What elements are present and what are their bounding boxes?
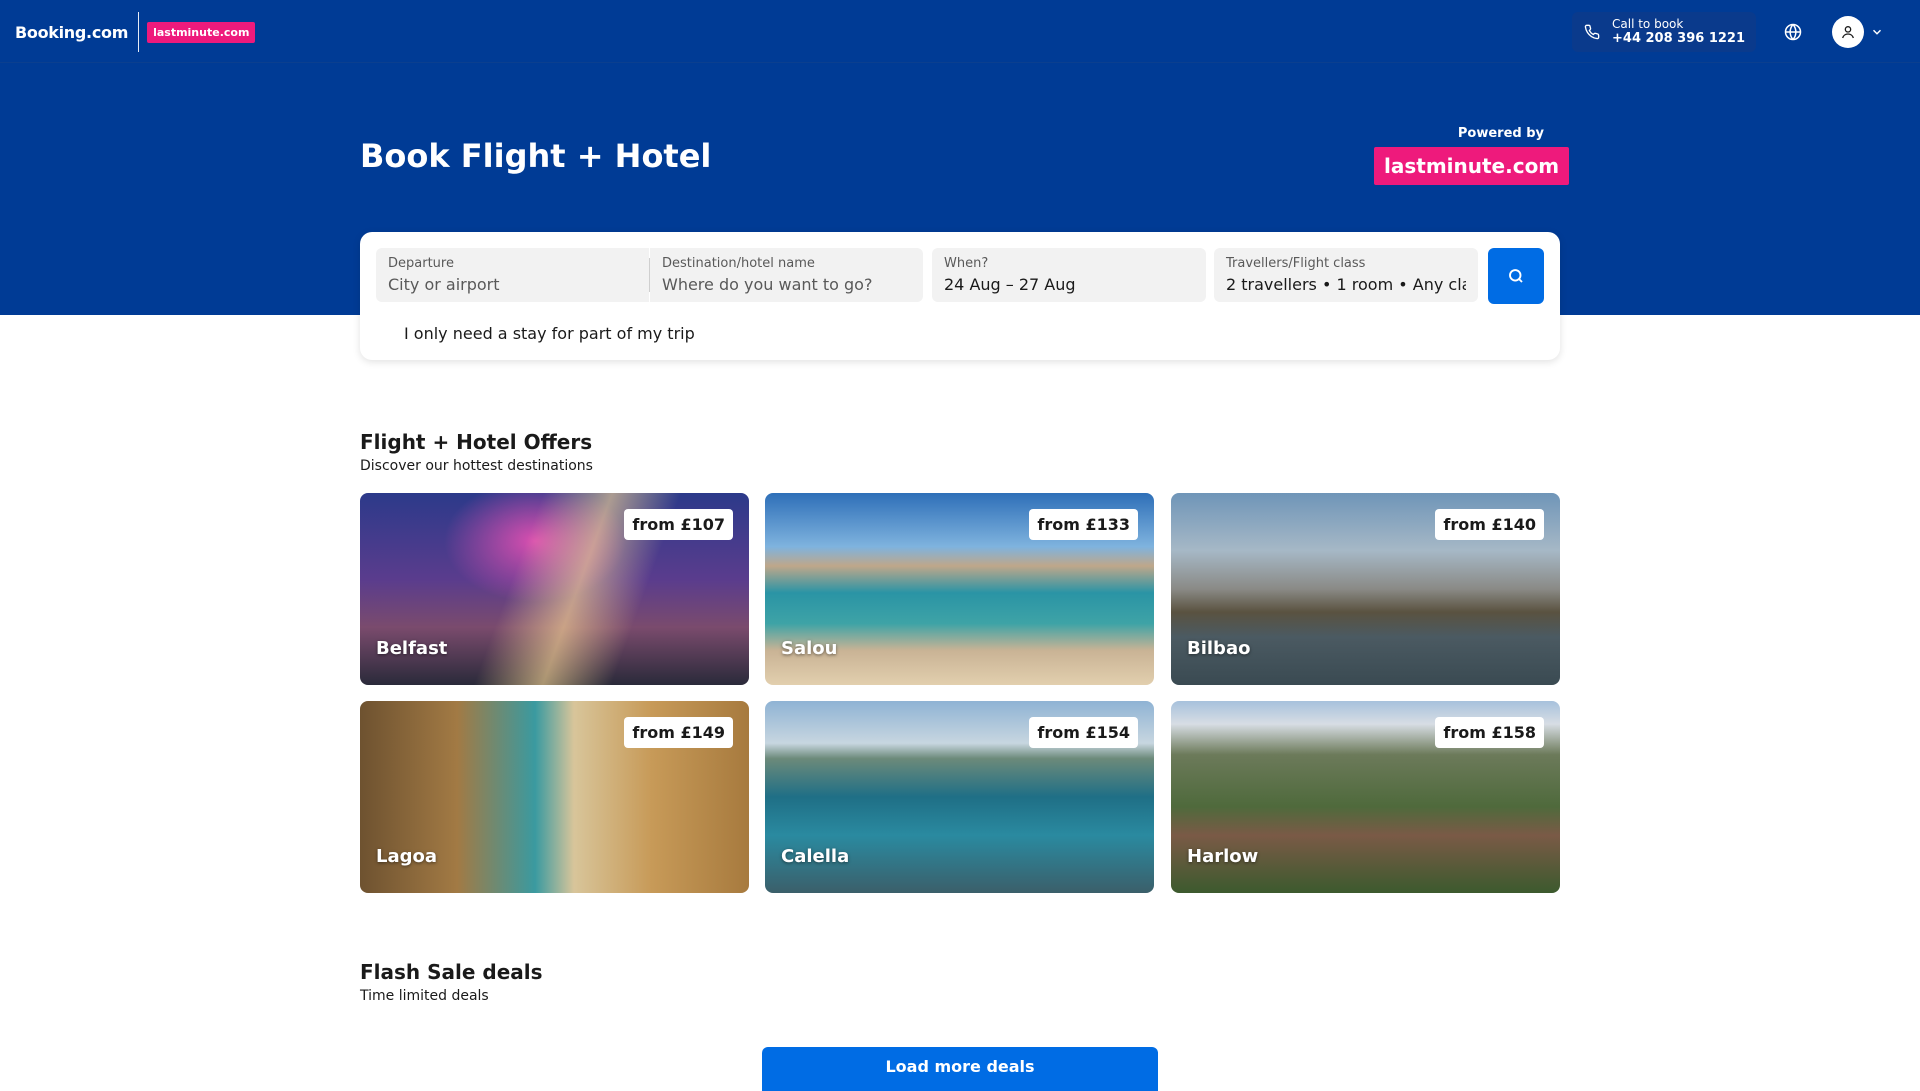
offer-price: from £133 <box>1029 509 1138 540</box>
chevron-down-icon <box>1872 29 1882 35</box>
brand-logos[interactable]: Booking.com lastminute.com <box>15 12 256 52</box>
offer-city: Bilbao <box>1187 638 1251 659</box>
call-label: Call to book <box>1612 17 1684 31</box>
offer-card-salou[interactable]: from £133 Salou <box>765 493 1154 685</box>
top-navigation-bar: Booking.com lastminute.com Call to book … <box>0 0 1920 63</box>
offer-card-calella[interactable]: from £154 Calella <box>765 701 1154 893</box>
dates-field[interactable]: When? 24 Aug – 27 Aug <box>932 248 1206 302</box>
departure-label: Departure <box>388 256 454 271</box>
offer-card-belfast[interactable]: from £107 Belfast <box>360 493 749 685</box>
brand-divider <box>138 12 140 52</box>
offer-city: Calella <box>781 846 850 867</box>
travellers-value[interactable]: 2 travellers • 1 room • Any class <box>1226 275 1466 294</box>
globe-icon <box>1784 23 1802 41</box>
departure-input[interactable]: City or airport <box>388 275 637 294</box>
offer-card-bilbao[interactable]: from £140 Bilbao <box>1171 493 1560 685</box>
powered-by-logo: lastminute.com <box>1374 147 1570 185</box>
partial-stay-option[interactable]: I only need a stay for part of my trip <box>404 324 695 343</box>
search-form: Departure City or airport Destination/ho… <box>360 232 1560 360</box>
powered-by-label: Powered by <box>1457 126 1544 141</box>
offer-price: from £107 <box>624 509 733 540</box>
offers-title: Flight + Hotel Offers <box>360 430 593 454</box>
destination-input[interactable]: Where do you want to go? <box>662 275 911 294</box>
search-icon <box>1509 269 1523 283</box>
offer-price: from £158 <box>1435 717 1544 748</box>
departure-field[interactable]: Departure City or airport <box>376 248 649 302</box>
call-to-book-button[interactable]: Call to book +44 208 396 1221 <box>1572 12 1756 52</box>
offer-city: Harlow <box>1187 846 1259 867</box>
offer-price: from £140 <box>1435 509 1544 540</box>
travellers-label: Travellers/Flight class <box>1226 256 1366 271</box>
offer-price: from £149 <box>624 717 733 748</box>
offer-city: Salou <box>781 638 838 659</box>
flash-sale-subtitle: Time limited deals <box>360 988 489 1004</box>
destination-label: Destination/hotel name <box>662 256 815 271</box>
travellers-field[interactable]: Travellers/Flight class 2 travellers • 1… <box>1214 248 1478 302</box>
booking-logo[interactable]: Booking.com <box>15 23 128 42</box>
account-menu-button[interactable] <box>1832 14 1884 50</box>
powered-by: Powered by lastminute.com <box>1374 126 1570 185</box>
search-button[interactable] <box>1488 248 1544 304</box>
destination-field[interactable]: Destination/hotel name Where do you want… <box>650 248 923 302</box>
offers-subtitle: Discover our hottest destinations <box>360 458 593 474</box>
call-number: +44 208 396 1221 <box>1612 31 1746 47</box>
lastminute-logo[interactable]: lastminute.com <box>147 21 256 43</box>
load-more-button[interactable]: Load more deals <box>762 1047 1158 1091</box>
flash-sale-title: Flash Sale deals <box>360 960 543 984</box>
offer-price: from £154 <box>1029 717 1138 748</box>
user-icon <box>1842 26 1854 39</box>
page-title: Book Flight + Hotel <box>360 137 712 175</box>
offer-city: Belfast <box>376 638 448 659</box>
call-text: Call to book +44 208 396 1221 <box>1612 17 1745 47</box>
offer-card-lagoa[interactable]: from £149 Lagoa <box>360 701 749 893</box>
avatar <box>1832 16 1864 48</box>
dates-value[interactable]: 24 Aug – 27 Aug <box>944 275 1194 294</box>
offer-city: Lagoa <box>376 846 438 867</box>
offer-card-harlow[interactable]: from £158 Harlow <box>1171 701 1560 893</box>
dates-label: When? <box>944 256 989 271</box>
language-button[interactable] <box>1778 17 1808 47</box>
phone-icon <box>1572 24 1612 40</box>
